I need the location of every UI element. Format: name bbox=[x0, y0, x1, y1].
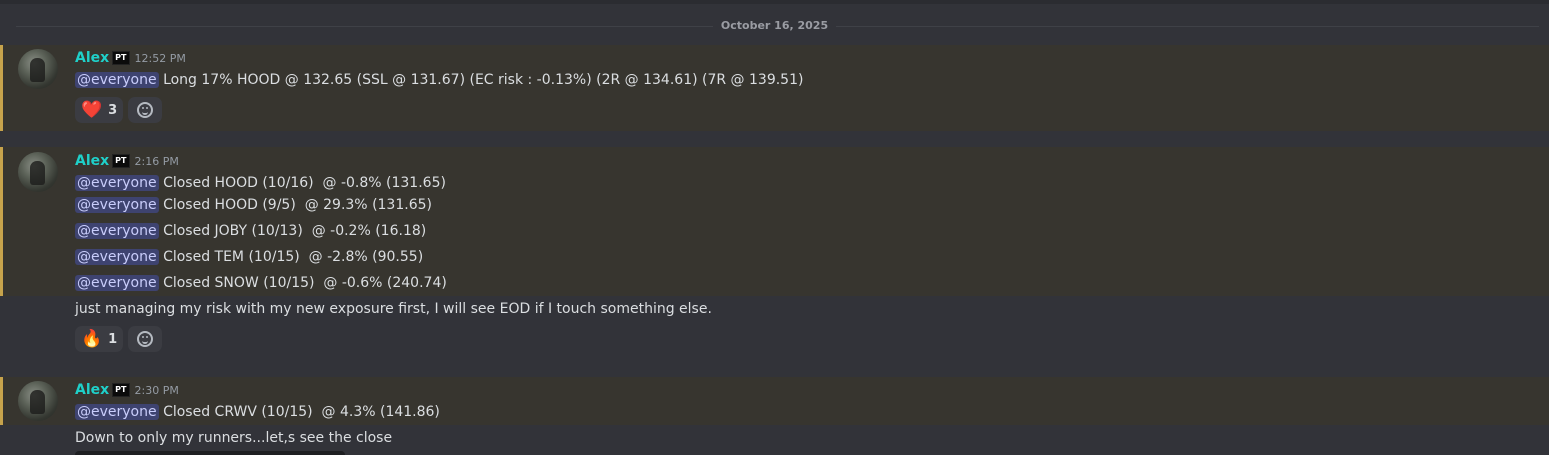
username[interactable]: Alex bbox=[75, 153, 109, 169]
everyone-mention[interactable]: @everyone bbox=[75, 223, 159, 239]
username[interactable]: Alex bbox=[75, 50, 109, 66]
message-header: Alex PT 12:52 PM bbox=[75, 50, 186, 66]
clan-tag[interactable]: PT bbox=[112, 154, 130, 168]
timestamp[interactable]: 2:30 PM bbox=[135, 384, 179, 397]
message-text: Closed JOBY (10/13) @ -0.2% (16.18) bbox=[163, 223, 427, 239]
avatar[interactable] bbox=[18, 152, 58, 192]
timestamp[interactable]: 12:52 PM bbox=[135, 52, 186, 65]
everyone-mention[interactable]: @everyone bbox=[75, 72, 159, 88]
message-line: @everyone Closed SNOW (10/15) @ -0.6% (2… bbox=[75, 274, 447, 292]
reaction-count: 1 bbox=[108, 331, 118, 347]
reactions-bar: ❤️ 3 bbox=[75, 97, 163, 123]
clan-tag[interactable]: PT bbox=[112, 383, 130, 397]
message-line: @everyone Closed TEM (10/15) @ -2.8% (90… bbox=[75, 248, 423, 266]
message-followup: just managing my risk with my new exposu… bbox=[75, 301, 712, 317]
username[interactable]: Alex bbox=[75, 382, 109, 398]
reaction-heart[interactable]: ❤️ 3 bbox=[75, 97, 124, 123]
date-divider: October 16, 2025 bbox=[0, 19, 1549, 32]
message-text: Closed HOOD (9/5) @ 29.3% (131.65) bbox=[163, 197, 432, 213]
message-header: Alex PT 2:30 PM bbox=[75, 382, 179, 398]
add-reaction-button[interactable] bbox=[128, 326, 163, 352]
message-text: Closed CRWV (10/15) @ 4.3% (141.86) bbox=[163, 404, 440, 420]
everyone-mention[interactable]: @everyone bbox=[75, 275, 159, 291]
message-text: Closed TEM (10/15) @ -2.8% (90.55) bbox=[163, 249, 424, 265]
timestamp[interactable]: 2:16 PM bbox=[135, 155, 179, 168]
message-line: @everyone Closed HOOD (10/16) @ -0.8% (1… bbox=[75, 174, 446, 192]
mention-bar bbox=[0, 377, 3, 425]
reaction-fire[interactable]: 🔥 1 bbox=[75, 326, 124, 352]
top-edge bbox=[0, 0, 1549, 4]
everyone-mention[interactable]: @everyone bbox=[75, 249, 159, 265]
message-text: Long 17% HOOD @ 132.65 (SSL @ 131.67) (E… bbox=[163, 72, 804, 88]
message-content: @everyone Long 17% HOOD @ 132.65 (SSL @ … bbox=[75, 71, 803, 89]
message-header: Alex PT 2:16 PM bbox=[75, 153, 179, 169]
message-text: Closed HOOD (10/16) @ -0.8% (131.65) bbox=[163, 175, 446, 191]
add-reaction-button[interactable] bbox=[128, 97, 163, 123]
avatar[interactable] bbox=[18, 49, 58, 89]
attachment-preview[interactable] bbox=[75, 451, 345, 455]
avatar[interactable] bbox=[18, 381, 58, 421]
heart-icon: ❤️ bbox=[81, 100, 103, 120]
mention-bar bbox=[0, 147, 3, 296]
message-followup: Down to only my runners...let,s see the … bbox=[75, 430, 393, 446]
message-content: @everyone Closed CRWV (10/15) @ 4.3% (14… bbox=[75, 403, 440, 421]
fire-icon: 🔥 bbox=[81, 329, 103, 349]
message-line: @everyone Closed HOOD (9/5) @ 29.3% (131… bbox=[75, 196, 432, 214]
message-text: Closed SNOW (10/15) @ -0.6% (240.74) bbox=[163, 275, 447, 291]
add-reaction-icon bbox=[137, 331, 154, 347]
date-divider-label: October 16, 2025 bbox=[712, 19, 837, 32]
reactions-bar: 🔥 1 bbox=[75, 326, 163, 352]
mention-bar bbox=[0, 45, 3, 131]
message-line: @everyone Closed JOBY (10/13) @ -0.2% (1… bbox=[75, 222, 426, 240]
clan-tag[interactable]: PT bbox=[112, 51, 130, 65]
everyone-mention[interactable]: @everyone bbox=[75, 175, 159, 191]
everyone-mention[interactable]: @everyone bbox=[75, 404, 159, 420]
everyone-mention[interactable]: @everyone bbox=[75, 197, 159, 213]
add-reaction-icon bbox=[137, 102, 154, 118]
reaction-count: 3 bbox=[108, 102, 118, 118]
